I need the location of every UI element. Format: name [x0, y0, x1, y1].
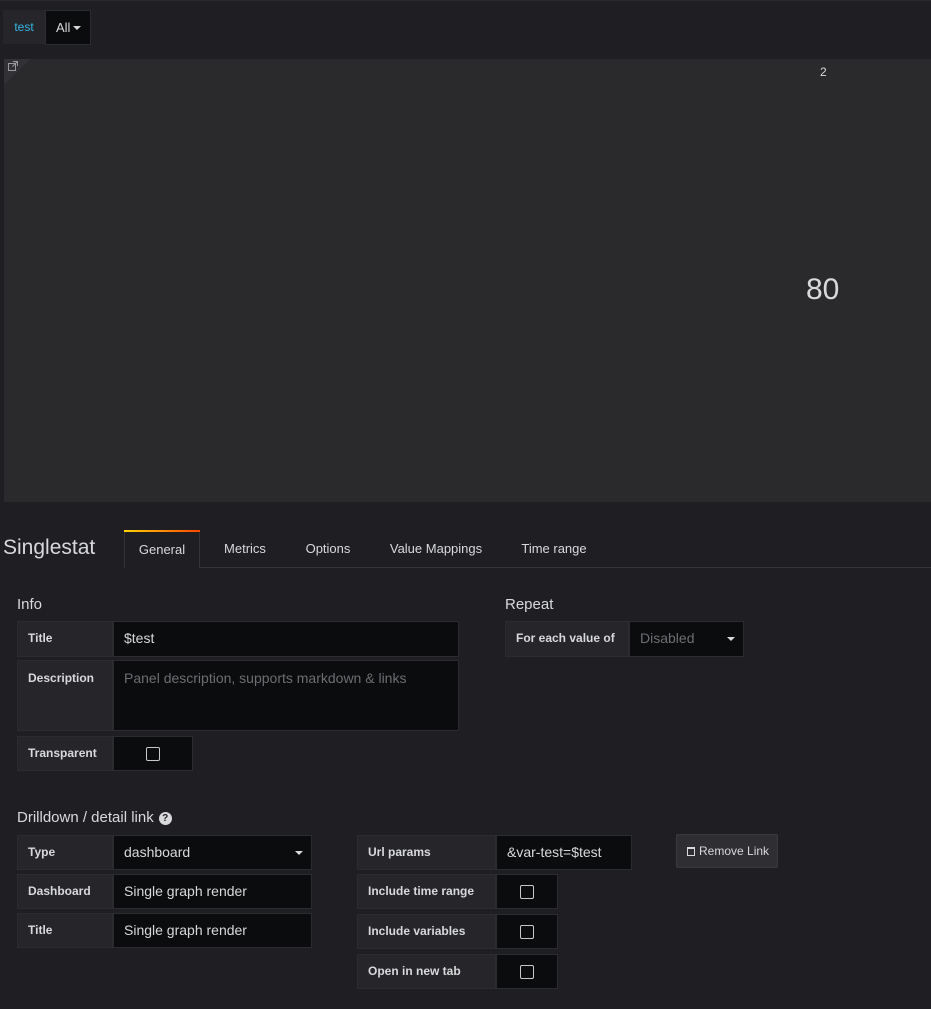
description-textarea[interactable]: Panel description, supports markdown & l… — [113, 660, 459, 731]
tab-value-mappings[interactable]: Value Mappings — [377, 530, 495, 568]
url-params-input[interactable]: &var-test=$test — [496, 835, 632, 870]
link-title-input[interactable]: Single graph render — [113, 913, 312, 948]
repeat-select[interactable]: Disabled — [629, 621, 744, 657]
open-new-tab-wrapper — [496, 954, 558, 989]
external-link-icon[interactable] — [8, 61, 18, 74]
include-time-range-label: Include time range — [357, 874, 496, 909]
transparent-checkbox-wrapper — [113, 736, 193, 771]
title-label: Title — [17, 621, 113, 657]
include-variables-label: Include variables — [357, 914, 496, 949]
type-label: Type — [17, 835, 113, 870]
drilldown-heading: Drilldown / detail link? — [17, 809, 172, 826]
panel-value: 80 — [806, 273, 840, 306]
transparent-label: Transparent — [17, 736, 113, 771]
include-time-range-wrapper — [496, 874, 558, 909]
type-select[interactable]: dashboard — [113, 835, 312, 870]
include-variables-wrapper — [496, 914, 558, 949]
trash-icon — [687, 847, 695, 856]
repeat-heading: Repeat — [505, 596, 554, 613]
caret-down-icon — [73, 26, 82, 30]
dashboard-input[interactable]: Single graph render — [113, 874, 312, 909]
repeat-label: For each value of — [505, 621, 629, 657]
remove-link-button[interactable]: Remove Link — [676, 834, 778, 868]
url-params-label: Url params — [357, 835, 496, 870]
type-select-value: dashboard — [124, 844, 191, 860]
repeat-select-value: Disabled — [640, 630, 695, 646]
singlestat-panel: 2 80 — [4, 59, 931, 502]
variable-select[interactable]: All — [45, 10, 91, 45]
editor-title: Singlestat — [3, 536, 96, 559]
dashboard-label: Dashboard — [17, 874, 113, 909]
variables-bar: test All — [0, 0, 931, 50]
open-new-tab-label: Open in new tab — [357, 954, 496, 989]
transparent-checkbox[interactable] — [146, 746, 160, 761]
description-label: Description — [17, 660, 113, 731]
tab-general[interactable]: General — [124, 530, 200, 568]
info-heading: Info — [17, 596, 43, 613]
remove-link-label: Remove Link — [699, 844, 770, 858]
include-time-range-checkbox[interactable] — [520, 884, 534, 899]
open-new-tab-checkbox[interactable] — [520, 964, 534, 979]
question-circle-icon[interactable]: ? — [158, 812, 172, 825]
caret-down-icon — [295, 851, 303, 855]
link-title-label: Title — [17, 913, 113, 948]
variable-label: test — [3, 10, 45, 44]
panel-title: 2 — [820, 65, 827, 79]
drilldown-heading-text: Drilldown / detail link — [17, 809, 154, 826]
variable-selected-value: All — [56, 20, 71, 35]
tab-metrics[interactable]: Metrics — [210, 530, 280, 568]
title-input[interactable]: $test — [113, 621, 459, 657]
tab-time-range[interactable]: Time range — [507, 530, 601, 568]
include-variables-checkbox[interactable] — [520, 924, 534, 939]
tab-options[interactable]: Options — [293, 530, 363, 568]
caret-down-icon — [727, 637, 735, 641]
